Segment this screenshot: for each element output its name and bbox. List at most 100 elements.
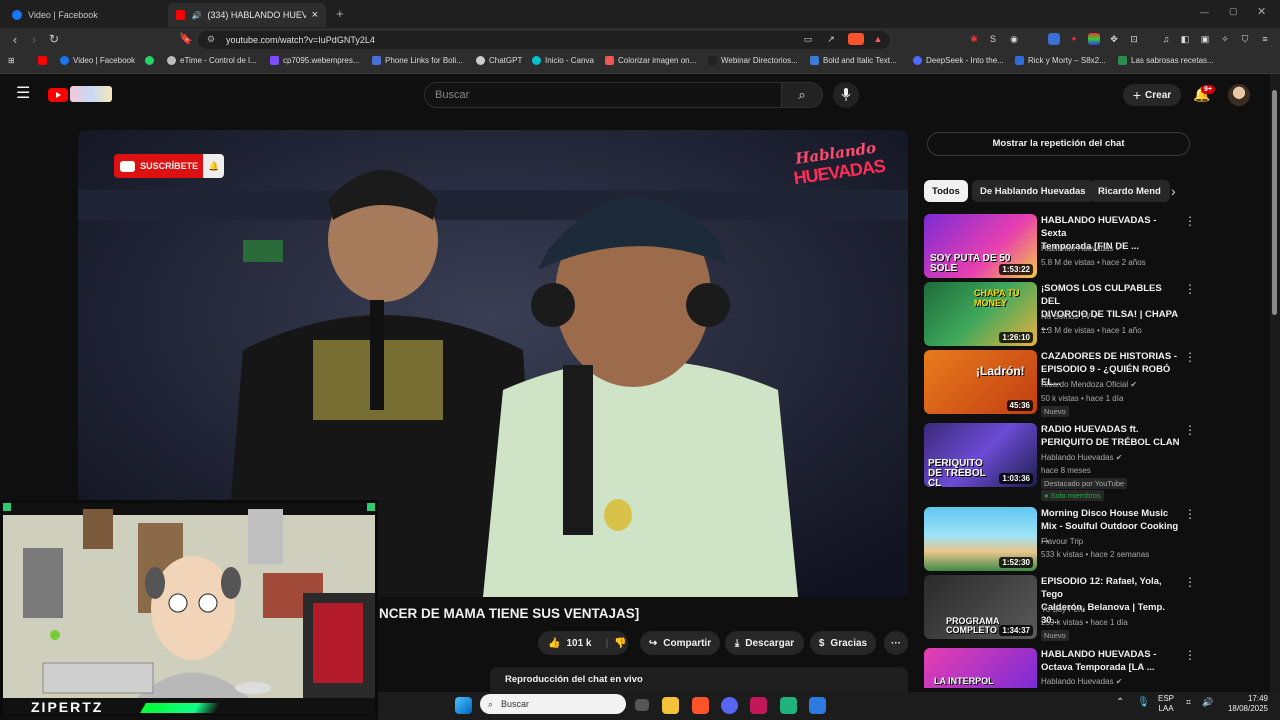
apps-icon[interactable]: ⊞ [8,56,15,65]
bookmark-recetas[interactable]: Las sabrosas recetas... [1118,56,1214,65]
bookmark-canva[interactable]: Inicio - Canva [532,56,594,65]
download-button[interactable]: ⤓ Descargar [725,631,804,655]
more-options-icon[interactable]: ⋮ [1184,351,1196,363]
recommendation-item[interactable]: ¡Ladrón! 45:36 CAZADORES DE HISTORIAS -E… [924,350,1196,417]
maximize-button[interactable]: ▢ [1229,6,1238,17]
search-input[interactable]: Buscar [424,82,782,108]
window-close-button[interactable]: ✕ [1257,5,1266,18]
language-indicator[interactable]: ESP LAA [1158,694,1174,714]
create-button[interactable]: + Crear [1123,84,1181,106]
chip-de-hablando-huevadas[interactable]: De Hablando Huevadas [972,180,1094,202]
volume-icon[interactable]: 🔊 [1202,697,1213,708]
taskbar-search-input[interactable]: ⌕ Buscar [480,694,626,714]
channel-name[interactable]: Hablando Huevadas ✔ [1041,244,1122,253]
more-options-icon[interactable]: ⋮ [1184,424,1196,436]
tab-facebook[interactable]: Video | Facebook [4,3,164,27]
chip-ricardo-mendoza[interactable]: Ricardo Mend [1090,180,1170,202]
recommendation-item[interactable]: SOY PUTA DE 50 SOLE 1:53:22 HABLANDO HUE… [924,214,1196,278]
youtube-logo-icon[interactable] [48,88,68,102]
youtube-doodle-logo[interactable] [70,86,112,102]
thumbs-up-icon[interactable]: 👍 [548,638,560,649]
reload-icon[interactable]: ↻ [46,32,62,46]
screenshot-extension-icon[interactable]: ⊡ [1128,33,1140,45]
thumbs-down-icon[interactable]: 👎 [614,638,626,649]
chip-todos[interactable]: Todos [924,180,968,202]
video-thumbnail[interactable]: PERIQUITO DE TREBOL CL 1:03:36 [924,423,1037,487]
new-tab-button[interactable]: + [336,6,344,21]
app-blue-icon[interactable] [809,697,826,714]
task-view-icon[interactable] [635,699,649,711]
channel-name[interactable]: Yo Soy Perú [1041,605,1085,614]
brave-rewards-icon[interactable]: ▲ [872,33,884,45]
video-thumbnail[interactable]: CHAPA TU MONEY 1:26:10 [924,282,1037,346]
bookmark-chatgpt[interactable]: ChatGPT [476,56,522,65]
more-options-icon[interactable]: ⋮ [1184,215,1196,227]
windows-start-icon[interactable] [455,697,472,714]
tray-overflow-icon[interactable]: ⌃ [1116,697,1124,708]
translate-extension-icon[interactable] [1048,33,1060,45]
vpn-icon[interactable]: ⛉ [1239,33,1251,45]
bookmark-rickmorty[interactable]: Rick y Morty – S8x2... [1015,56,1106,65]
video-thumbnail[interactable]: SOY PUTA DE 50 SOLE 1:53:22 [924,214,1037,278]
video-thumbnail[interactable]: ¡Ladrón! 45:36 [924,350,1037,414]
bookmark-bolditalic[interactable]: Bold and Italic Text... [810,56,897,65]
bookmark-colorizar[interactable]: Colorizar imagen on... [605,56,696,65]
recommendation-item[interactable]: CHAPA TU MONEY 1:26:10 ¡SOMOS LOS CULPAB… [924,282,1196,346]
discord-icon[interactable] [721,697,738,714]
bookmark-phonelinks[interactable]: Phone Links for Boli... [372,56,463,65]
extension-puzzle-icon[interactable]: ✥ [1108,33,1120,45]
share-button[interactable]: ↪ Compartir [640,631,720,655]
avatar[interactable] [1228,84,1250,106]
channel-name[interactable]: No Somos TV ✔ [1041,312,1100,321]
minimize-button[interactable]: — [1200,7,1209,17]
extension-icon[interactable]: ✱ [968,33,980,45]
wallet-icon[interactable]: ▣ [1199,33,1211,45]
bookmark-deepseek[interactable]: DeepSeek - Into the... [913,56,1004,65]
more-options-icon[interactable]: ⋮ [1184,508,1196,520]
file-explorer-icon[interactable] [662,697,679,714]
share-icon[interactable]: ↗ [825,33,837,45]
hamburger-menu-icon[interactable]: ☰ [16,86,30,102]
app-icon[interactable] [750,697,767,714]
channel-name[interactable]: Hablando Huevadas ✔ [1041,677,1122,686]
scrollbar-thumb[interactable] [1272,90,1277,315]
channel-name[interactable]: Ricardo Mendoza Oficial ✔ [1041,380,1137,389]
bookmark-facebook[interactable]: Video | Facebook [60,56,135,65]
extension-s-icon[interactable]: S [987,33,999,45]
video-thumbnail[interactable]: LA INTERPOL [924,648,1037,688]
bookmark-whatsapp[interactable] [145,56,154,65]
show-chat-replay-button[interactable]: Mostrar la repetición del chat [927,132,1190,156]
more-options-icon[interactable]: ⋮ [1184,649,1196,661]
brave-browser-icon[interactable] [692,697,709,714]
bookmark-webinar[interactable]: Webinar Directorios... [708,56,798,65]
url-field[interactable]: ⚙ youtube.com/watch?v=IuPdGNTy2L4 [198,31,890,49]
search-button[interactable]: ⌕ [781,82,823,108]
voice-search-button[interactable] [833,82,859,108]
network-icon[interactable]: ⌗ [1186,697,1191,708]
tab-close-icon[interactable]: × [312,9,318,21]
more-options-icon[interactable]: ⋮ [1184,576,1196,588]
tab-youtube[interactable]: 🔊 (334) HABLANDO HUEVADAS × [168,3,326,27]
back-icon[interactable]: ‹ [7,32,23,47]
bookmark-youtube[interactable] [38,56,47,65]
recommendation-item[interactable]: PROGRAMA COMPLETO 1:34:37 EPISODIO 12: R… [924,575,1196,641]
bookmark-etime[interactable]: eTime - Control de l... [167,56,257,65]
clock[interactable]: 17:49 18/08/2025 [1224,694,1268,714]
app-green-icon[interactable] [780,697,797,714]
recommendation-item[interactable]: PERIQUITO DE TREBOL CL 1:03:36 RADIO HUE… [924,423,1196,501]
microphone-tray-icon[interactable]: 🎙 [1137,697,1150,708]
recommendation-item[interactable]: LA INTERPOL HABLANDO HUEVADAS - Octava Te… [924,648,1196,688]
media-icon[interactable]: ♫ [1160,33,1172,45]
extension-red-icon[interactable]: ✦ [1068,33,1080,45]
site-info-icon[interactable]: ⚙ [207,34,215,45]
thanks-button[interactable]: $ Gracias [810,631,876,655]
video-thumbnail[interactable]: PROGRAMA COMPLETO 1:34:37 [924,575,1037,639]
chips-next-chevron-icon[interactable]: › [1171,183,1176,199]
bookmark-icon[interactable]: 🔖 [178,32,194,45]
leo-ai-icon[interactable]: ✧ [1219,33,1231,45]
channel-name[interactable]: Flavour Trip [1041,537,1083,546]
live-chat-replay-panel[interactable]: Reproducción del chat en vivo [490,667,908,692]
video-thumbnail[interactable]: 1:52:30 [924,507,1037,571]
cast-icon[interactable]: ▭ [802,33,814,45]
channel-name[interactable]: Hablando Huevadas ✔ [1041,453,1122,462]
